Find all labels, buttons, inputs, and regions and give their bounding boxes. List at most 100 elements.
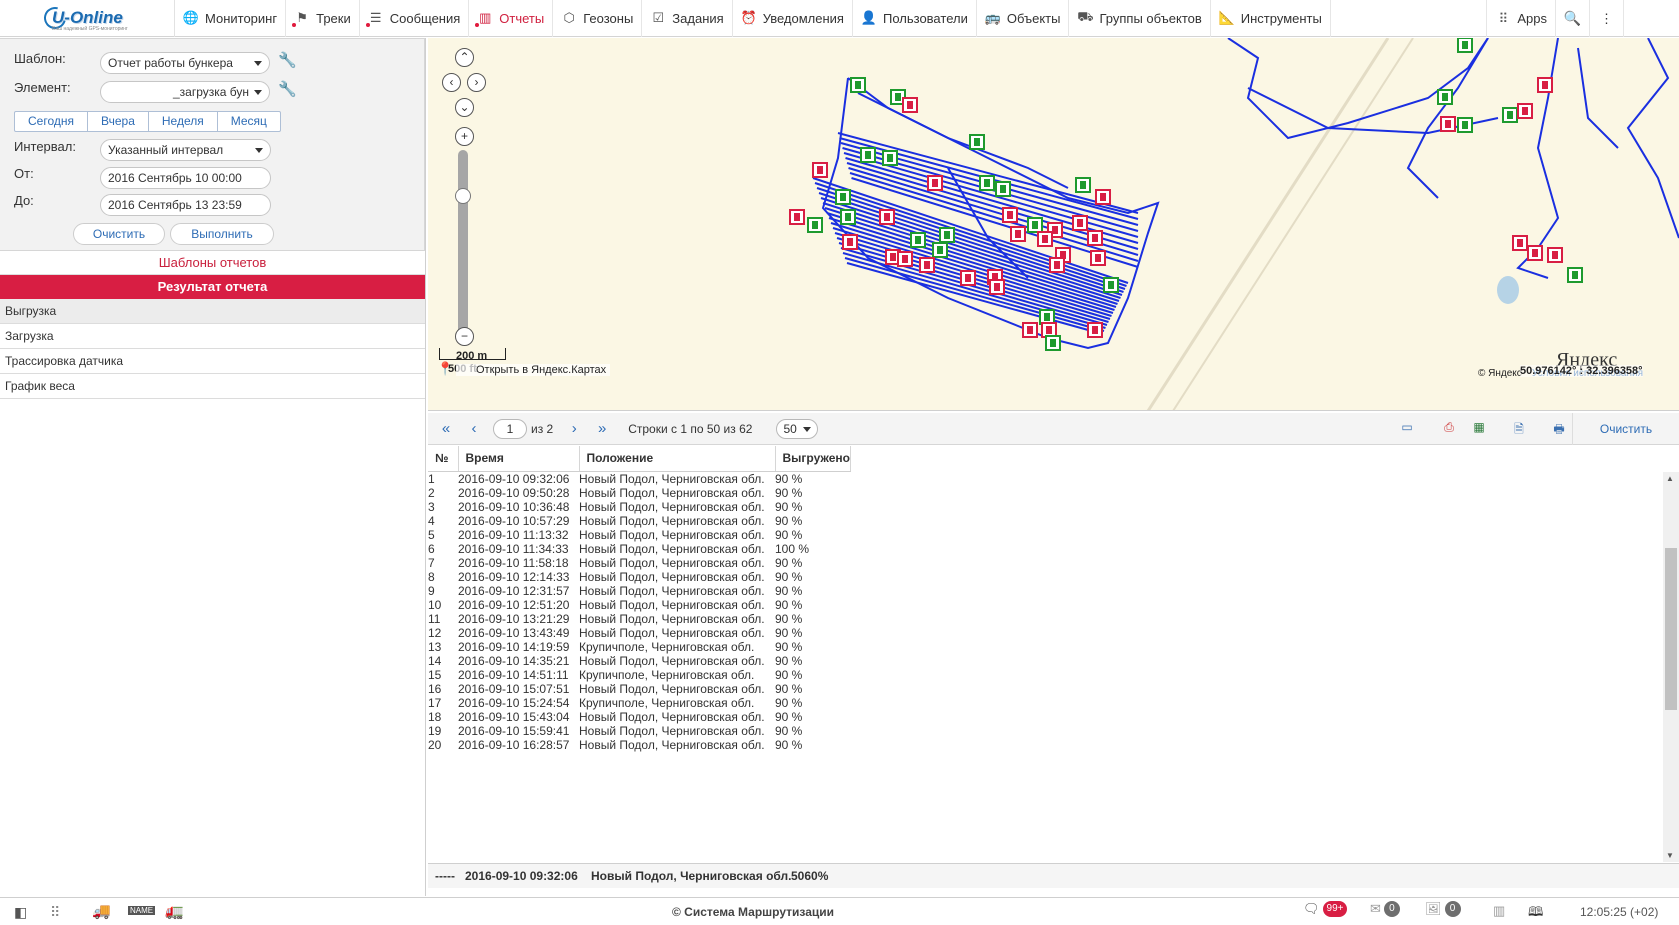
row-location-link[interactable]: Крупичполе, Черниговская обл. <box>579 640 775 654</box>
last-page-icon[interactable]: » <box>591 420 613 437</box>
panel-toggle-icon[interactable]: ◧ <box>14 904 27 921</box>
column-header[interactable]: Положение <box>579 446 776 472</box>
prev-page-icon[interactable]: ‹ <box>463 420 485 437</box>
row-time-link[interactable]: 2016-09-10 09:50:28 <box>458 486 579 500</box>
row-location-link[interactable]: Крупичполе, Черниговская обл. <box>579 696 775 710</box>
column-header[interactable]: Выгружено <box>775 446 852 472</box>
nav-item-10[interactable]: 📐 Инструменты <box>1211 0 1331 37</box>
row-location-link[interactable]: Новый Подол, Черниговская обл. <box>579 528 775 542</box>
result-item[interactable]: Выгрузка <box>0 299 425 324</box>
table-row[interactable]: 15 2016-09-10 14:51:11 Крупичполе, Черниго… <box>428 668 849 682</box>
table-row[interactable]: 14 2016-09-10 14:35:21 Новый Подол, Черниг… <box>428 654 849 668</box>
row-location-link[interactable]: Новый Подол, Черниговская обл. <box>579 556 775 570</box>
table-row[interactable]: 17 2016-09-10 15:24:54 Крупичполе, Черниго… <box>428 696 849 710</box>
result-item[interactable]: Загрузка <box>0 324 425 349</box>
pan-up-button[interactable]: ⌃ <box>455 48 474 67</box>
row-location-link[interactable]: Новый Подол, Черниговская обл. <box>579 682 775 696</box>
search-button[interactable]: 🔍 <box>1555 0 1589 37</box>
row-location-link[interactable]: Новый Подол, Черниговская обл. <box>579 710 775 724</box>
row-time-link[interactable]: 2016-09-10 10:36:48 <box>458 500 579 514</box>
row-time-link[interactable]: 2016-09-10 12:14:33 <box>458 570 579 584</box>
row-location-link[interactable]: Новый Подол, Черниговская обл. <box>579 570 775 584</box>
table-row[interactable]: 19 2016-09-10 15:59:41 Новый Подол, Черниг… <box>428 724 849 738</box>
table-row[interactable]: 16 2016-09-10 15:07:51 Новый Подол, Черниг… <box>428 682 849 696</box>
quick-interval-button[interactable]: Месяц <box>218 112 280 131</box>
row-location-link[interactable]: Новый Подол, Черниговская обл. <box>579 472 775 486</box>
row-time-link[interactable]: 2016-09-10 14:35:21 <box>458 654 579 668</box>
page-input[interactable]: 1 <box>493 418 527 439</box>
row-time-link[interactable]: 2016-09-10 12:51:20 <box>458 598 579 612</box>
first-page-icon[interactable]: « <box>435 420 457 437</box>
nav-item-5[interactable]: ☑ Задания <box>642 0 733 37</box>
row-location-link[interactable]: Новый Подол, Черниговская обл. <box>579 654 775 668</box>
nav-item-6[interactable]: ⏰ Уведомления <box>733 0 853 37</box>
nav-item-7[interactable]: 👤 Пользователи <box>853 0 977 37</box>
table-row[interactable]: 13 2016-09-10 14:19:59 Крупичполе, Черниго… <box>428 640 849 654</box>
logo[interactable]: U-Online Ваш надежный GPS-мониторинг <box>0 0 175 37</box>
result-item[interactable]: График веса <box>0 374 425 399</box>
row-time-link[interactable]: 2016-09-10 15:07:51 <box>458 682 579 696</box>
scroll-down-icon[interactable]: ▼ <box>1666 851 1674 860</box>
table-row[interactable]: 6 2016-09-10 11:34:33 Новый Подол, Черниго… <box>428 542 849 556</box>
clear-button[interactable]: Очистить <box>73 223 165 245</box>
table-row[interactable]: 11 2016-09-10 13:21:29 Новый Подол, Черниг… <box>428 612 849 626</box>
table-clear-button[interactable]: Очистить <box>1572 413 1679 445</box>
nav-item-0[interactable]: 🌐 Мониторинг <box>175 0 287 37</box>
row-time-link[interactable]: 2016-09-10 16:28:57 <box>458 738 579 752</box>
nav-item-2[interactable]: ☰ Сообщения <box>360 0 470 37</box>
row-time-link[interactable]: 2016-09-10 11:58:18 <box>458 556 579 570</box>
table-row[interactable]: 12 2016-09-10 13:43:49 Новый Подол, Черниг… <box>428 626 849 640</box>
table-row[interactable]: 5 2016-09-10 11:13:32 Новый Подол, Черниго… <box>428 528 849 542</box>
pan-left-button[interactable]: ‹ <box>442 73 461 92</box>
open-yandex-link[interactable]: Открыть в Яндекс.Картах <box>456 364 611 376</box>
mail-indicator[interactable]: ✉ 0 <box>1370 901 1400 917</box>
table-row[interactable]: 4 2016-09-10 10:57:29 Новый Подол, Черниго… <box>428 514 849 528</box>
map-book-icon[interactable]: 🕮 <box>1528 903 1543 925</box>
more-button[interactable]: ⋮ <box>1589 0 1623 37</box>
row-time-link[interactable]: 2016-09-10 11:34:33 <box>458 542 579 556</box>
truck-group-icon[interactable]: 🚛 <box>165 902 184 920</box>
row-location-link[interactable]: Новый Подол, Черниговская обл. <box>579 584 775 598</box>
truck-icon[interactable]: 🚚 <box>92 902 111 920</box>
row-location-link[interactable]: Новый Подол, Черниговская обл. <box>579 486 775 500</box>
templates-header[interactable]: Шаблоны отчетов <box>0 251 425 275</box>
messages-indicator[interactable]: 🗨 99+ <box>1303 901 1348 917</box>
row-location-link[interactable]: Новый Подол, Черниговская обл. <box>579 612 775 626</box>
row-time-link[interactable]: 2016-09-10 11:13:32 <box>458 528 579 542</box>
interval-select[interactable]: Указанный интервал <box>100 139 271 161</box>
table-row[interactable]: 3 2016-09-10 10:36:48 Новый Подол, Черниго… <box>428 500 849 514</box>
quick-interval-button[interactable]: Неделя <box>149 112 218 131</box>
next-page-icon[interactable]: › <box>563 420 585 437</box>
pan-right-button[interactable]: › <box>467 73 486 92</box>
row-location-link[interactable]: Новый Подол, Черниговская обл. <box>579 626 775 640</box>
scroll-up-icon[interactable]: ▲ <box>1666 474 1674 483</box>
row-location-link[interactable]: Новый Подол, Черниговская обл. <box>579 724 775 738</box>
layout-icon[interactable]: ▥ <box>1493 903 1505 919</box>
table-row[interactable]: 1 2016-09-10 09:32:06 Новый Подол, Черниго… <box>428 472 849 486</box>
row-time-link[interactable]: 2016-09-10 10:57:29 <box>458 514 579 528</box>
template-wrench-icon[interactable]: 🔧 <box>278 52 297 70</box>
row-time-link[interactable]: 2016-09-10 15:24:54 <box>458 696 579 710</box>
column-header[interactable]: № <box>428 446 459 472</box>
table-row[interactable]: 7 2016-09-10 11:58:18 Новый Подол, Черниго… <box>428 556 849 570</box>
row-time-link[interactable]: 2016-09-10 09:32:06 <box>458 472 579 486</box>
export-pdf-icon[interactable]: ⎙ <box>1440 420 1458 436</box>
nav-item-3[interactable]: ▥ Отчеты <box>469 0 554 37</box>
page-size-select[interactable]: 50 <box>776 418 819 439</box>
nav-item-1[interactable]: ⚑ Треки <box>286 0 360 37</box>
result-header[interactable]: Результат отчета <box>0 275 425 299</box>
row-location-link[interactable]: Крупичполе, Черниговская обл. <box>579 668 775 682</box>
table-row[interactable]: 8 2016-09-10 12:14:33 Новый Подол, Черниго… <box>428 570 849 584</box>
row-location-link[interactable]: Новый Подол, Черниговская обл. <box>579 598 775 612</box>
run-button[interactable]: Выполнить <box>170 223 274 245</box>
export-html-icon[interactable]: ▭ <box>1398 420 1416 436</box>
column-header[interactable]: Время <box>458 446 580 472</box>
name-tag-icon[interactable]: NAME <box>128 906 156 915</box>
row-time-link[interactable]: 2016-09-10 14:51:11 <box>458 668 579 682</box>
export-xls-icon[interactable]: ▦ <box>1470 420 1488 436</box>
zoom-slider-knob[interactable] <box>455 188 471 204</box>
export-file-icon[interactable]: 🗎 <box>1510 420 1528 436</box>
quick-interval-button[interactable]: Сегодня <box>15 112 88 131</box>
row-location-link[interactable]: Новый Подол, Черниговская обл. <box>579 542 775 556</box>
nav-item-9[interactable]: ⛟ Группы объектов <box>1069 0 1211 37</box>
